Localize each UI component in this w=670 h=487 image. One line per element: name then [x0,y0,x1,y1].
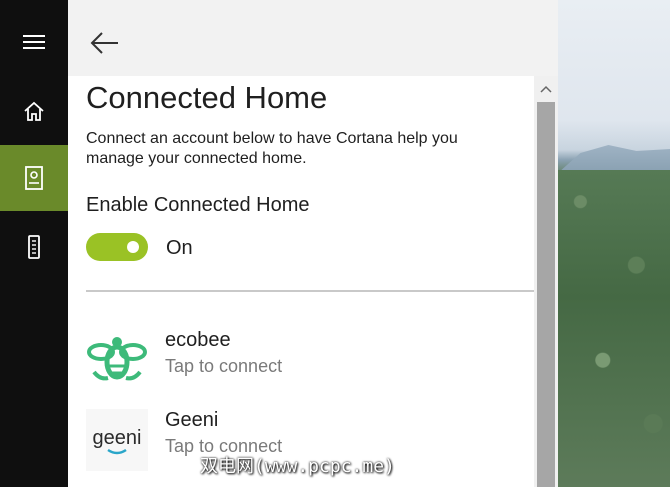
service-action: Tap to connect [165,356,283,376]
service-item-ecobee[interactable]: ecobee Tap to connect [86,329,526,399]
toggle-knob [127,241,139,253]
hamburger-menu-icon [23,35,45,49]
service-name: ecobee [165,329,231,351]
back-arrow-icon [90,32,118,54]
connected-home-panel: Connected Home Connect an account below … [68,0,558,487]
page-description: Connect an account below to have Cortana… [86,130,458,167]
cortana-sidebar [0,0,68,487]
service-name: Geeni [165,409,219,431]
ecobee-logo-icon [86,329,148,391]
notebook-button[interactable] [0,145,68,211]
section-divider [86,290,534,292]
panel-header [68,0,558,76]
toggle-state-label: On [166,237,193,259]
enable-connected-home-toggle[interactable] [86,233,148,261]
wallpaper-forest [558,170,670,487]
page-title: Connected Home [86,80,328,115]
notebook-icon [25,166,43,190]
svg-text:geeni: geeni [93,427,142,449]
scroll-up-button[interactable] [534,76,558,102]
watermark: 双电网(www.pcpc.me) [200,456,395,477]
geeni-logo-icon: geeni [86,409,148,471]
enable-connected-home-label: Enable Connected Home [86,194,310,216]
scrollbar[interactable] [534,76,558,487]
home-button[interactable] [0,78,68,144]
panel-content: Connected Home Connect an account below … [68,76,534,487]
back-button[interactable] [86,26,122,60]
phone-icon [28,235,40,259]
scroll-up-arrow-icon [540,85,552,93]
scrollbar-thumb[interactable] [537,102,555,487]
home-icon [24,101,44,121]
devices-button[interactable] [0,214,68,280]
hamburger-menu-button[interactable] [0,9,68,75]
